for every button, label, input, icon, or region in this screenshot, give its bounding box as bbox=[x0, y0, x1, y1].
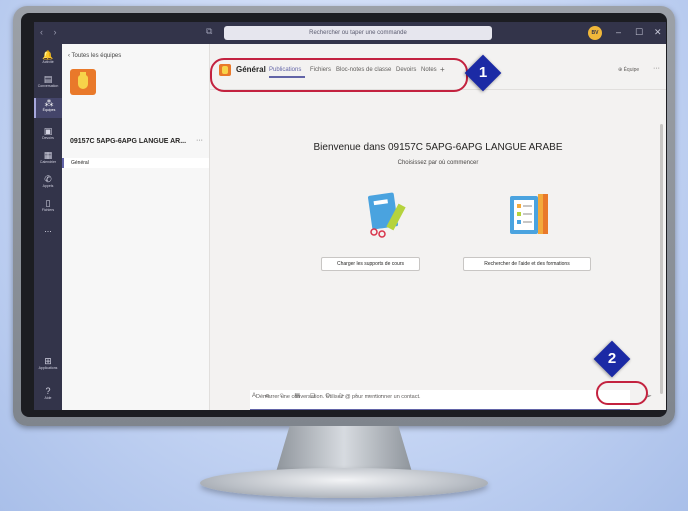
back-to-teams-link[interactable]: ‹ Toutes les équipes bbox=[68, 53, 121, 59]
team-pane: ‹ Toutes les équipes 09157C 5APG-6APG LA… bbox=[62, 44, 210, 410]
rail-item-calendar[interactable]: ▦ Calendrier bbox=[34, 150, 62, 165]
welcome-title: Bienvenue dans 09157C 5APG-6APG LANGUE A… bbox=[313, 142, 563, 153]
rail-item-calls[interactable]: ✆ Appels bbox=[34, 174, 62, 189]
rail-item-chat[interactable]: ▤ Conversation bbox=[34, 74, 62, 89]
callout-send-highlight bbox=[596, 381, 648, 405]
rail-item-apps[interactable]: ⊞ Applications bbox=[34, 356, 62, 371]
team-button[interactable]: ⊕ Équipe bbox=[618, 67, 639, 73]
new-window-icon[interactable]: ⧉ bbox=[206, 26, 212, 37]
app-rail: 🔔 Activité ▤ Conversation ⁂ Équipes ▣ De… bbox=[34, 44, 62, 410]
monitor-stand-base bbox=[200, 468, 488, 498]
bell-icon: 🔔 bbox=[42, 50, 54, 60]
notebook-illustration bbox=[368, 192, 406, 238]
minimize-button[interactable]: – bbox=[616, 27, 621, 37]
channel-more-button[interactable]: ··· bbox=[653, 65, 660, 72]
chat-icon: ▤ bbox=[43, 74, 53, 84]
assignments-icon: ▣ bbox=[43, 126, 53, 136]
monitor-stand-neck bbox=[276, 426, 412, 472]
team-name: 09157C 5APG-6APG LANGUE AR... bbox=[70, 138, 187, 145]
team-avatar bbox=[70, 69, 96, 95]
rail-item-assignments[interactable]: ▣ Devoirs bbox=[34, 126, 62, 141]
clipboard-illustration bbox=[510, 194, 548, 234]
channel-item-general[interactable]: Général bbox=[62, 158, 209, 168]
help-icon: ? bbox=[45, 386, 51, 396]
apps-icon: ⊞ bbox=[44, 356, 52, 366]
team-more-button[interactable]: ··· bbox=[196, 137, 203, 144]
step-badge-2: 2 bbox=[593, 340, 631, 378]
channel-label: Général bbox=[71, 160, 89, 166]
rail-item-help[interactable]: ? Aide bbox=[34, 386, 62, 401]
find-help-button[interactable]: Rechercher de l'aide et des formations bbox=[463, 257, 591, 271]
phone-icon: ✆ bbox=[44, 174, 52, 184]
step-badge-1: 1 bbox=[464, 54, 502, 92]
upload-materials-button[interactable]: Charger les supports de cours bbox=[321, 257, 420, 271]
compose-toolbar[interactable]: A ⌀ ☺ ▤ ▢ ⊙ ▷ ♀ ··· bbox=[252, 392, 386, 399]
avatar[interactable]: BV bbox=[588, 26, 602, 40]
callout-tabs-highlight bbox=[210, 58, 468, 92]
teams-icon: ⁂ bbox=[44, 98, 54, 108]
calendar-icon: ▦ bbox=[43, 150, 53, 160]
nav-arrows-icon[interactable]: ‹ › bbox=[40, 27, 61, 37]
title-bar: ‹ › ⧉ Rechercher ou taper une commande B… bbox=[34, 22, 666, 44]
rail-item-more[interactable]: ... bbox=[34, 224, 62, 234]
rail-item-teams[interactable]: ⁂ Équipes bbox=[34, 98, 62, 118]
close-button[interactable]: ✕ bbox=[654, 27, 662, 38]
search-input[interactable]: Rechercher ou taper une commande bbox=[224, 26, 492, 40]
welcome-subtitle: Choisissez par où commencer bbox=[397, 160, 479, 166]
more-icon: ... bbox=[44, 224, 52, 234]
rail-item-files[interactable]: ▯ Fichiers bbox=[34, 198, 62, 213]
scrollbar[interactable] bbox=[660, 124, 663, 394]
rail-item-activity[interactable]: 🔔 Activité bbox=[34, 50, 62, 65]
maximize-button[interactable]: ☐ bbox=[635, 27, 643, 38]
files-icon: ▯ bbox=[45, 198, 51, 208]
